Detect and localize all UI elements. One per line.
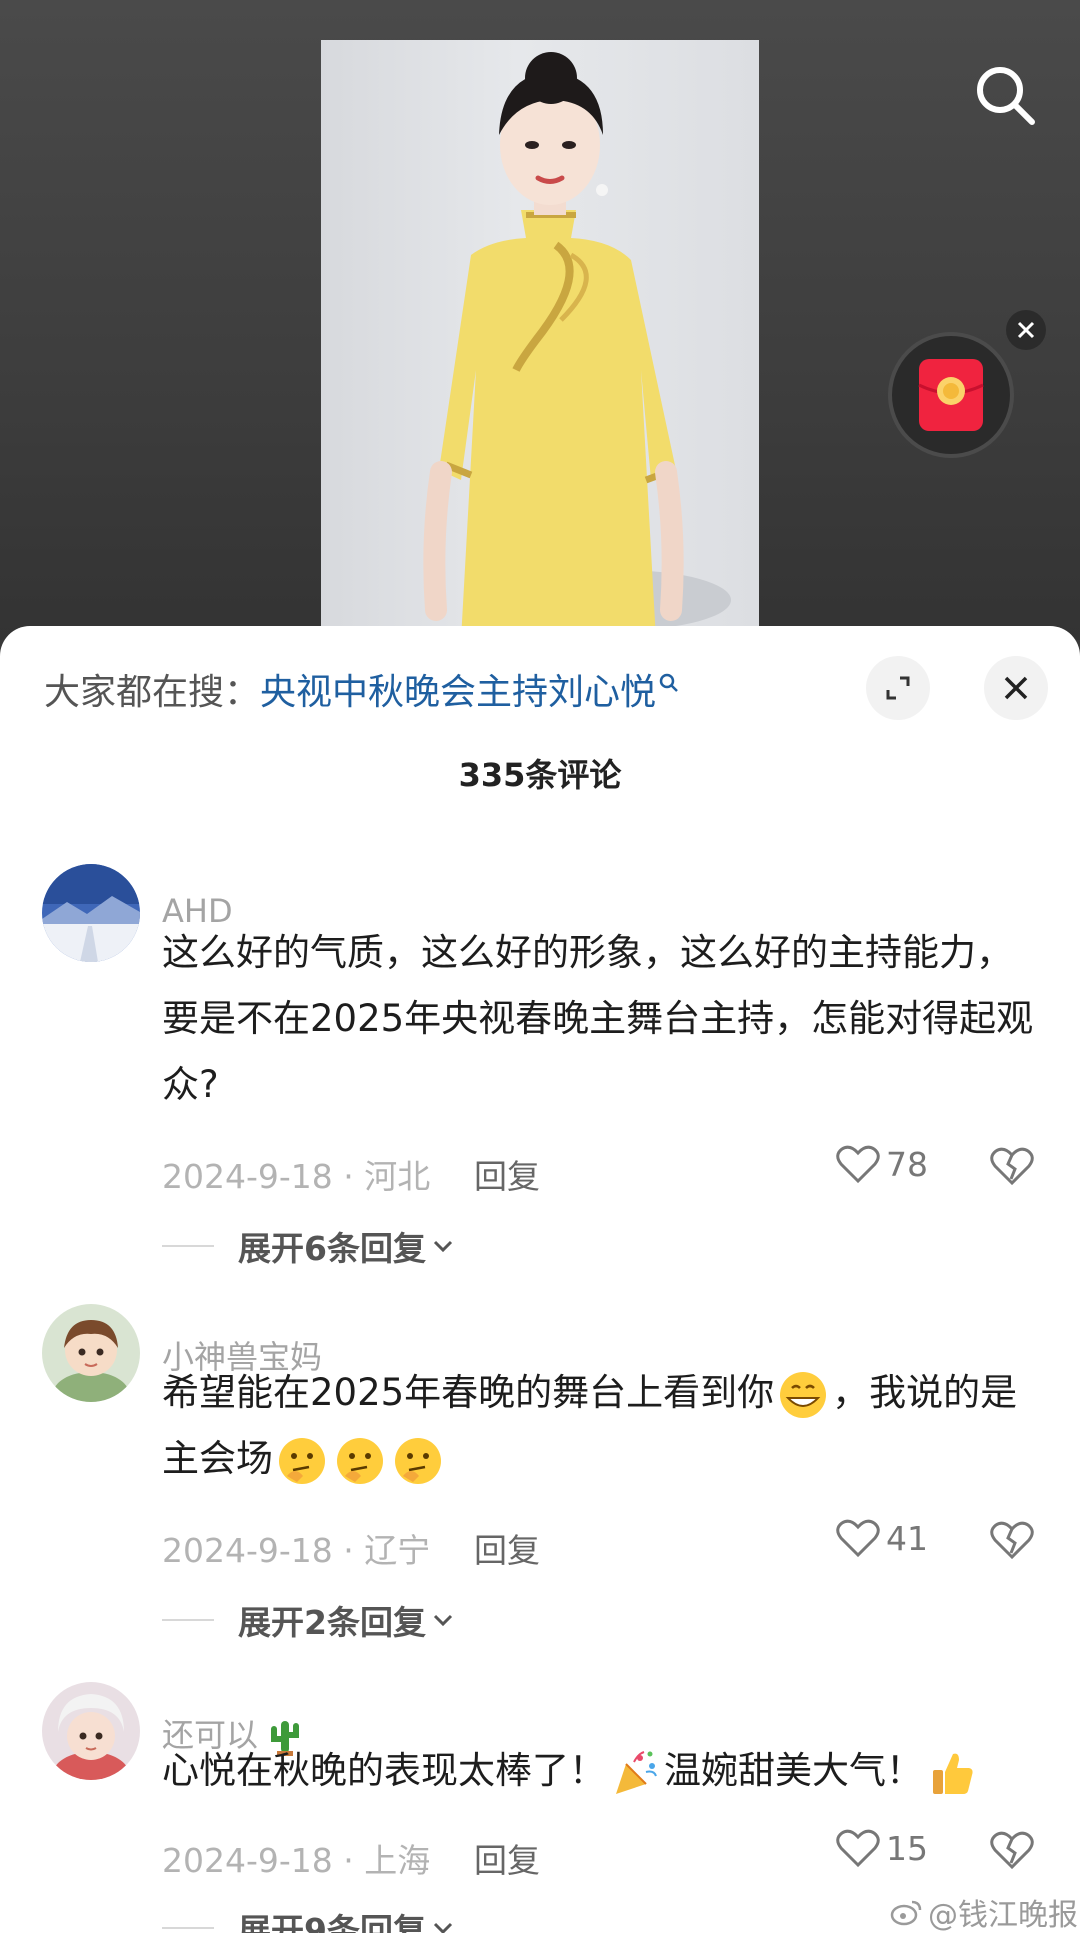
video-player[interactable] bbox=[0, 0, 1080, 640]
comment-item: AHD 这么好的气质，这么好的形象，这么好的主持能力，要是不在2025年央视春晚… bbox=[0, 864, 1080, 1268]
small-search-icon bbox=[658, 662, 680, 703]
hot-search-bar[interactable]: 大家都在搜： 央视中秋晚会主持刘心悦 bbox=[44, 662, 680, 716]
heart-icon bbox=[836, 1145, 880, 1184]
search-icon[interactable] bbox=[970, 60, 1042, 132]
comment-text-part: 希望能在2025年春晚的舞台上看到你 bbox=[162, 1371, 775, 1414]
dislike-button[interactable] bbox=[990, 1146, 1034, 1190]
comment-text: 这么好的气质，这么好的形象，这么好的主持能力，要是不在2025年央视春晚主舞台主… bbox=[162, 931, 1034, 1106]
thinking-emoji-icon bbox=[395, 1437, 441, 1484]
broken-heart-icon bbox=[990, 1831, 1034, 1870]
comment-text-part: 温婉甜美大气！ bbox=[664, 1749, 923, 1792]
expand-replies[interactable]: 展开9条回复 bbox=[162, 1904, 454, 1933]
comment-meta: 2024-9-18 · 河北 bbox=[162, 1157, 431, 1196]
red-packet-close-icon[interactable] bbox=[1006, 310, 1046, 350]
hot-search-prefix: 大家都在搜： bbox=[44, 672, 261, 713]
expand-replies-label: 展开9条回复 bbox=[238, 1911, 426, 1933]
comment-text-part: 心悦在秋晚的表现太棒了！ bbox=[162, 1749, 606, 1792]
hot-search-term[interactable]: 央视中秋晚会主持刘心悦 bbox=[260, 663, 656, 715]
watermark-text: @钱江晚报 bbox=[928, 1898, 1078, 1933]
expand-replies[interactable]: 展开6条回复 bbox=[162, 1222, 454, 1270]
divider bbox=[162, 1619, 214, 1621]
like-count: 41 bbox=[886, 1518, 928, 1558]
expand-replies[interactable]: 展开2条回复 bbox=[162, 1596, 454, 1644]
comment-text: 心悦在秋晚的表现太棒了！ 温婉甜美大气！ bbox=[162, 1738, 1042, 1804]
grinning-emoji-icon bbox=[780, 1371, 827, 1418]
reply-button[interactable]: 回复 bbox=[474, 1150, 540, 1198]
dislike-button[interactable] bbox=[990, 1830, 1034, 1874]
divider bbox=[162, 1927, 214, 1929]
comment-text: 希望能在2025年春晚的舞台上看到你 ，我说的是主会场 bbox=[162, 1360, 1042, 1492]
close-icon[interactable] bbox=[984, 656, 1048, 720]
heart-icon bbox=[836, 1829, 880, 1868]
chevron-down-icon bbox=[433, 1922, 453, 1933]
thinking-emoji-icon bbox=[279, 1437, 325, 1484]
expand-icon[interactable] bbox=[866, 656, 930, 720]
like-button[interactable]: 41 bbox=[836, 1518, 928, 1558]
watermark: @钱江晚报 bbox=[890, 1890, 1078, 1933]
comment-meta: 2024-9-18 · 上海 bbox=[162, 1841, 431, 1880]
like-button[interactable]: 78 bbox=[836, 1144, 928, 1184]
like-count: 78 bbox=[886, 1144, 928, 1184]
broken-heart-icon bbox=[990, 1521, 1034, 1560]
weibo-icon bbox=[890, 1900, 922, 1926]
like-button[interactable]: 15 bbox=[836, 1828, 928, 1868]
party-popper-icon bbox=[616, 1750, 657, 1794]
expand-replies-label: 展开2条回复 bbox=[238, 1603, 426, 1642]
avatar[interactable] bbox=[42, 1304, 140, 1402]
host-figure-image bbox=[423, 52, 731, 640]
avatar[interactable] bbox=[42, 1682, 140, 1780]
comment-item: 小神兽宝妈 希望能在2025年春晚的舞台上看到你 ，我说的是主会场 2024-9-… bbox=[0, 1304, 1080, 1642]
comment-meta: 2024-9-18 · 辽宁 bbox=[162, 1531, 431, 1570]
divider bbox=[162, 1245, 214, 1247]
broken-heart-icon bbox=[990, 1147, 1034, 1186]
reply-button[interactable]: 回复 bbox=[474, 1834, 540, 1882]
red-packet-icon[interactable] bbox=[888, 332, 1014, 458]
comment-count: 335条评论 bbox=[458, 756, 622, 794]
video-frame[interactable] bbox=[321, 40, 759, 640]
comment-sheet: 大家都在搜： 央视中秋晚会主持刘心悦 335条评论 AHD 这么好的气质，这么好… bbox=[0, 626, 1080, 1933]
chevron-down-icon bbox=[433, 1614, 453, 1627]
expand-replies-label: 展开6条回复 bbox=[238, 1229, 426, 1268]
heart-icon bbox=[836, 1519, 880, 1558]
thumbs-up-icon bbox=[933, 1753, 973, 1794]
thinking-emoji-icon bbox=[337, 1437, 383, 1484]
chevron-down-icon bbox=[433, 1240, 453, 1253]
avatar[interactable] bbox=[42, 864, 140, 962]
dislike-button[interactable] bbox=[990, 1520, 1034, 1564]
reply-button[interactable]: 回复 bbox=[474, 1524, 540, 1572]
like-count: 15 bbox=[886, 1828, 928, 1868]
